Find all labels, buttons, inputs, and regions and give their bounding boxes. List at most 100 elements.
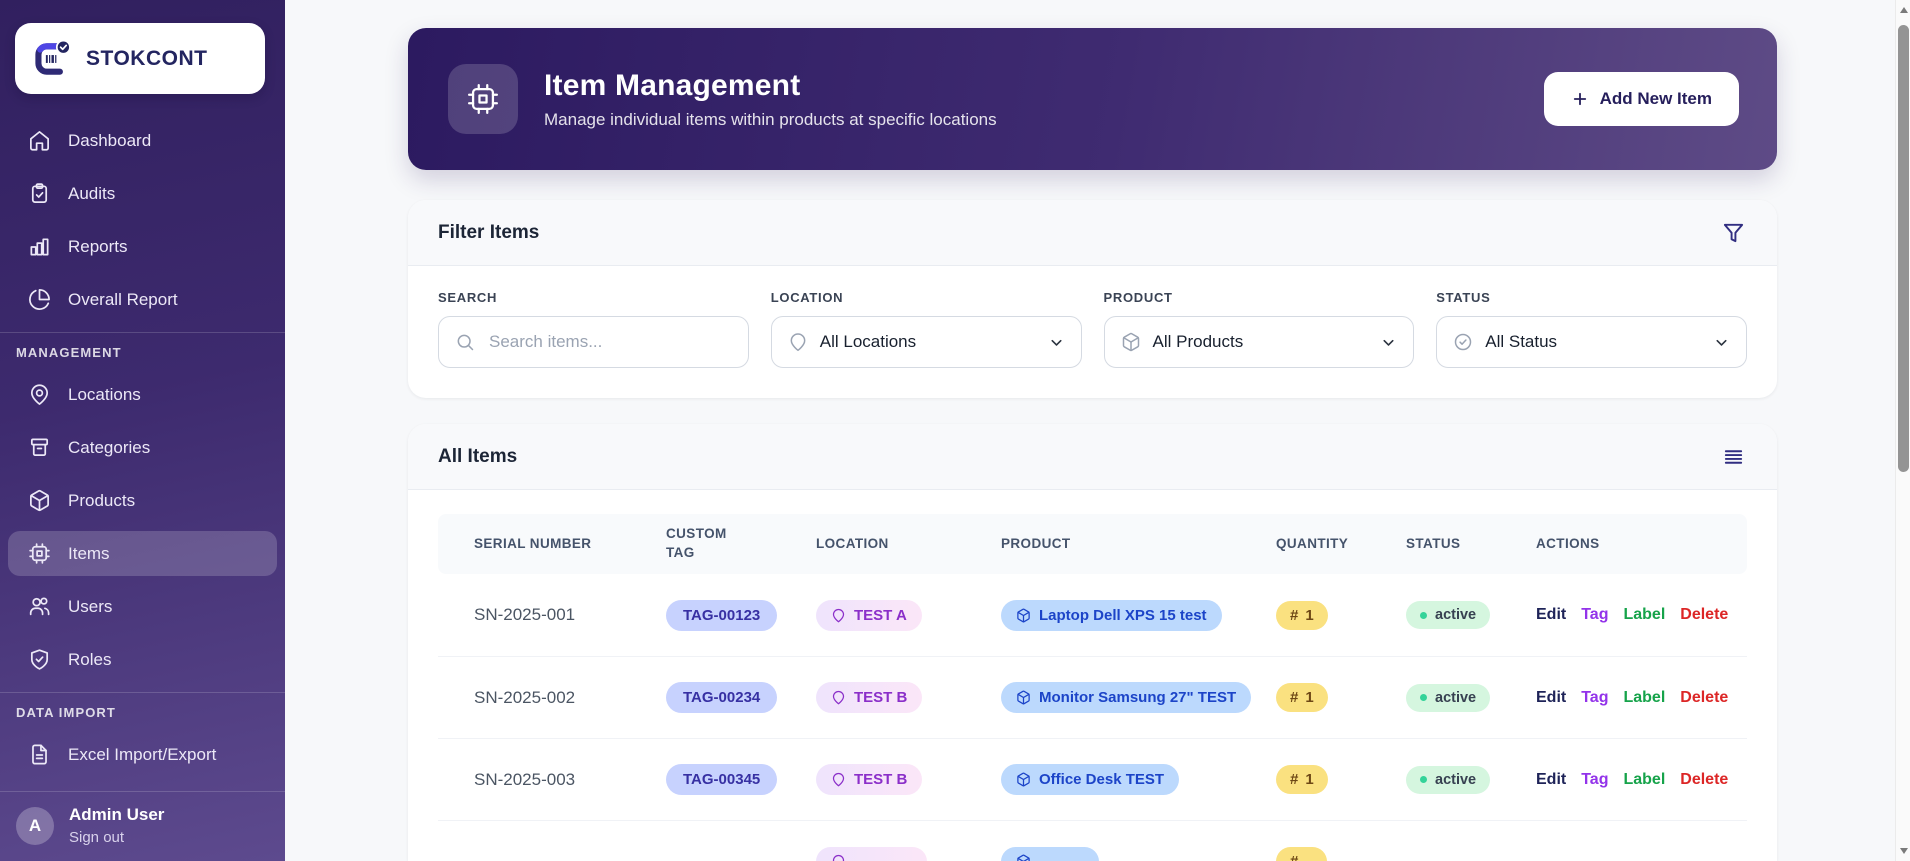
cube-icon bbox=[1016, 608, 1031, 623]
custom-tag-badge: TAG-00123 bbox=[666, 600, 777, 631]
pin-badge-icon bbox=[831, 854, 846, 861]
hash-icon: # bbox=[1290, 607, 1298, 624]
quantity-badge: #1 bbox=[1276, 683, 1328, 712]
table-body: SN-2025-001TAG-00123TEST ALaptop Dell XP… bbox=[438, 574, 1747, 861]
row-action-edit[interactable]: Edit bbox=[1536, 771, 1566, 789]
location-select[interactable]: All Locations bbox=[771, 316, 1082, 368]
scroll-down-arrow[interactable] bbox=[1900, 848, 1908, 854]
quantity-badge: #1 bbox=[1276, 765, 1328, 794]
avatar: A bbox=[16, 807, 54, 845]
sidebar-item-roles[interactable]: Roles bbox=[8, 637, 277, 682]
row-action-delete[interactable]: Delete bbox=[1680, 606, 1728, 624]
column-header-product: PRODUCT bbox=[985, 535, 1260, 554]
sidebar: STOKCONT Dashboard Audits Reports Overall R… bbox=[0, 0, 285, 861]
sidebar-item-reports[interactable]: Reports bbox=[8, 224, 277, 269]
content: Item Management Manage individual items … bbox=[408, 28, 1777, 861]
page-header-banner: Item Management Manage individual items … bbox=[408, 28, 1777, 170]
row-action-delete[interactable]: Delete bbox=[1680, 771, 1728, 789]
product-label: PRODUCT bbox=[1104, 290, 1415, 305]
status-label: STATUS bbox=[1436, 290, 1747, 305]
sidebar-item-users[interactable]: Users bbox=[8, 584, 277, 629]
column-header-actions: ACTIONS bbox=[1520, 535, 1747, 554]
hero-icon-box bbox=[448, 64, 518, 134]
filter-grid: SEARCH LOCATION All Locations bbox=[408, 266, 1777, 398]
row-action-label[interactable]: Label bbox=[1623, 606, 1665, 624]
filter-field-location: LOCATION All Locations bbox=[771, 290, 1082, 368]
add-new-item-button[interactable]: Add New Item bbox=[1544, 72, 1739, 126]
items-card: All Items SERIAL NUMBERCUSTOM TAGLOCATIO… bbox=[408, 424, 1777, 861]
chip-icon bbox=[28, 542, 51, 565]
row-action-label[interactable]: Label bbox=[1623, 689, 1665, 707]
plus-icon bbox=[1571, 90, 1589, 108]
sign-out-link[interactable]: Sign out bbox=[69, 829, 164, 846]
cube-icon bbox=[1016, 772, 1031, 787]
archive-icon bbox=[28, 436, 51, 459]
cube-icon bbox=[1016, 690, 1031, 705]
status-badge: active bbox=[1406, 601, 1490, 629]
sidebar-item-label: Excel Import/Export bbox=[68, 745, 216, 765]
map-pin-icon bbox=[28, 383, 51, 406]
table-row: SN-2025-002TAG-00234TEST BMonitor Samsun… bbox=[438, 656, 1747, 738]
sidebar-item-overall-report[interactable]: Overall Report bbox=[8, 277, 277, 322]
sidebar-item-label: Roles bbox=[68, 650, 111, 670]
users-icon bbox=[28, 595, 51, 618]
row-action-label[interactable]: Label bbox=[1623, 771, 1665, 789]
chevron-down-icon bbox=[1048, 334, 1065, 351]
row-action-delete[interactable]: Delete bbox=[1680, 689, 1728, 707]
filter-card-header: Filter Items bbox=[408, 200, 1777, 266]
sidebar-item-products[interactable]: Products bbox=[8, 478, 277, 523]
filter-toggle-button[interactable] bbox=[1720, 219, 1747, 246]
row-action-tag[interactable]: Tag bbox=[1581, 771, 1608, 789]
cube-icon bbox=[28, 489, 51, 512]
sidebar-item-categories[interactable]: Categories bbox=[8, 425, 277, 470]
row-action-edit[interactable]: Edit bbox=[1536, 606, 1566, 624]
search-input[interactable] bbox=[487, 331, 732, 353]
sidebar-item-label: Categories bbox=[68, 438, 150, 458]
status-select-value: All Status bbox=[1485, 332, 1557, 352]
row-action-edit[interactable]: Edit bbox=[1536, 689, 1566, 707]
product-badge: Laptop Dell XPS 15 test bbox=[1001, 600, 1222, 631]
sidebar-item-items[interactable]: Items bbox=[8, 531, 277, 576]
sidebar-item-locations[interactable]: Locations bbox=[8, 372, 277, 417]
list-icon bbox=[1722, 445, 1745, 468]
stokcont-logo-icon bbox=[31, 38, 73, 80]
column-header-quantity: QUANTITY bbox=[1260, 535, 1390, 554]
sidebar-item-dashboard[interactable]: Dashboard bbox=[8, 118, 277, 163]
page: STOKCONT Dashboard Audits Reports Overall R… bbox=[0, 0, 1910, 861]
scrollbar-thumb[interactable] bbox=[1898, 25, 1909, 472]
sidebar-item-label: Reports bbox=[68, 237, 128, 257]
product-select[interactable]: All Products bbox=[1104, 316, 1415, 368]
main-area: Item Management Manage individual items … bbox=[285, 0, 1910, 861]
scroll-up-arrow[interactable] bbox=[1900, 7, 1908, 13]
pin-badge-icon bbox=[831, 772, 846, 787]
table-header-row: SERIAL NUMBERCUSTOM TAGLOCATIONPRODUCTQU… bbox=[438, 514, 1747, 574]
column-header-location: LOCATION bbox=[800, 535, 985, 554]
list-view-button[interactable] bbox=[1720, 443, 1747, 470]
row-action-tag[interactable]: Tag bbox=[1581, 606, 1608, 624]
filter-field-product: PRODUCT All Products bbox=[1104, 290, 1415, 368]
page-subtitle: Manage individual items within products … bbox=[544, 110, 997, 130]
search-label: SEARCH bbox=[438, 290, 749, 305]
status-badge: active bbox=[1406, 684, 1490, 712]
location-label: LOCATION bbox=[771, 290, 1082, 305]
status-select[interactable]: All Status bbox=[1436, 316, 1747, 368]
product-badge: Office Desk TEST bbox=[1001, 764, 1179, 795]
sidebar-item-excel-import-export[interactable]: Excel Import/Export bbox=[8, 732, 277, 777]
row-action-tag[interactable]: Tag bbox=[1581, 689, 1608, 707]
sidebar-nav: DashboardAuditsReportsOverall ReportMANA… bbox=[0, 118, 285, 777]
app-logo[interactable]: STOKCONT bbox=[15, 23, 265, 94]
filter-card: Filter Items SEARCH LOCATION bbox=[408, 200, 1777, 398]
vertical-scrollbar[interactable] bbox=[1895, 0, 1910, 861]
file-text-icon bbox=[28, 743, 51, 766]
cube-icon bbox=[1121, 332, 1141, 352]
filter-title: Filter Items bbox=[438, 222, 539, 244]
serial-number: SN-2025-003 bbox=[474, 770, 575, 789]
chevron-down-icon bbox=[1713, 334, 1730, 351]
sidebar-section-label: DATA IMPORT bbox=[16, 705, 277, 720]
sidebar-item-audits[interactable]: Audits bbox=[8, 171, 277, 216]
quantity-badge: #1 bbox=[1276, 601, 1328, 630]
status-badge: active bbox=[1406, 766, 1490, 794]
table-row: SN-2025-003TAG-00345TEST BOffice Desk TE… bbox=[438, 738, 1747, 820]
row-actions: Edit Tag Label Delete bbox=[1520, 689, 1747, 707]
pie-chart-icon bbox=[28, 288, 51, 311]
